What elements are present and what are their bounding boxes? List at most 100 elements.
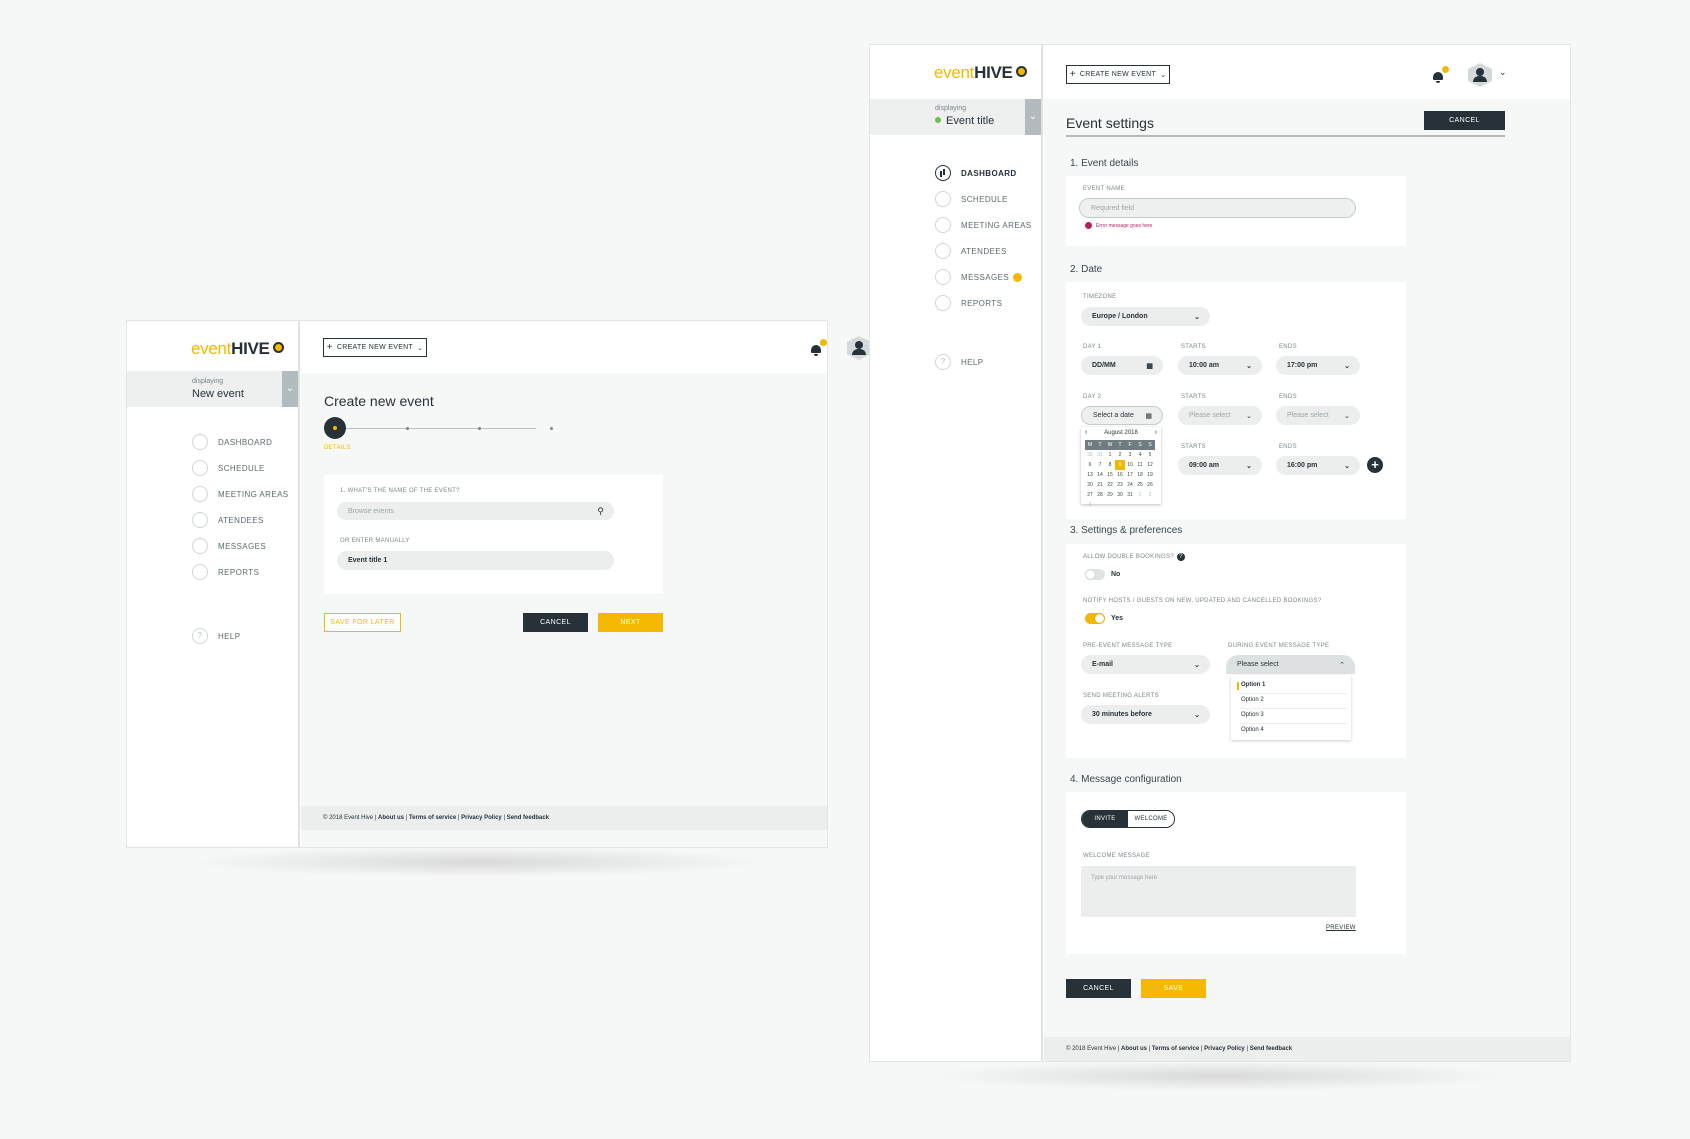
sidebar-item-atendees[interactable]: ATENDEES bbox=[192, 512, 264, 528]
feedback-link[interactable]: Send feedback bbox=[507, 815, 549, 821]
next-button[interactable]: NEXT bbox=[598, 613, 663, 632]
sidebar-item-dashboard[interactable]: DASHBOARD bbox=[935, 165, 1017, 181]
create-new-event-button[interactable]: + CREATE NEW EVENT ⌄ bbox=[1066, 65, 1170, 84]
welcome-message-textarea[interactable]: Type your message here bbox=[1081, 866, 1356, 917]
chevron-down-icon[interactable]: ⌄ bbox=[282, 371, 298, 407]
calendar-day[interactable]: 12 bbox=[1145, 460, 1155, 470]
calendar-day[interactable]: 17 bbox=[1125, 470, 1135, 480]
logo[interactable]: eventHIVE bbox=[934, 63, 1027, 83]
sidebar-item-atendees[interactable]: ATENDEES bbox=[935, 243, 1007, 259]
sidebar-item-schedule[interactable]: SCHEDULE bbox=[935, 191, 1008, 207]
preview-link[interactable]: PREVIEW bbox=[1326, 925, 1356, 931]
sidebar-item-messages[interactable]: MESSAGES bbox=[935, 269, 1023, 285]
meeting-alerts-select[interactable]: 30 minutes before ⌄ bbox=[1081, 705, 1210, 724]
event-name-input[interactable]: Required field bbox=[1079, 198, 1356, 218]
terms-link[interactable]: Terms of service bbox=[1152, 1046, 1199, 1052]
double-booking-toggle[interactable] bbox=[1085, 569, 1105, 580]
calendar-day[interactable]: 8 bbox=[1105, 460, 1115, 470]
event-title-input[interactable]: Event title 1 bbox=[337, 551, 614, 570]
calendar-day[interactable]: 31 bbox=[1095, 450, 1105, 460]
calendar-day[interactable]: 2 bbox=[1145, 490, 1155, 500]
sidebar-item-dashboard[interactable]: DASHBOARD bbox=[192, 434, 272, 450]
calendar-day[interactable]: 10 bbox=[1125, 460, 1135, 470]
day2-start-select[interactable]: Please select ⌄ bbox=[1178, 406, 1262, 425]
avatar[interactable] bbox=[1468, 63, 1492, 87]
event-selector[interactable]: displaying New event ⌄ bbox=[127, 371, 298, 407]
chevron-down-icon[interactable]: ⌄ bbox=[1499, 67, 1507, 78]
calendar-day[interactable]: 30 bbox=[1085, 450, 1095, 460]
step-3-indicator[interactable] bbox=[478, 427, 481, 430]
notification-bell-icon[interactable] bbox=[1432, 66, 1449, 83]
calendar-day[interactable]: 24 bbox=[1125, 480, 1135, 490]
option-4[interactable]: Option 4 bbox=[1241, 727, 1264, 733]
feedback-link[interactable]: Send feedback bbox=[1250, 1046, 1292, 1052]
sidebar-item-meeting-areas[interactable]: MEETING AREAS bbox=[192, 486, 289, 502]
browse-events-input[interactable]: Browse events ⚲ bbox=[337, 502, 614, 520]
calendar-day[interactable]: 2 bbox=[1115, 450, 1125, 460]
sidebar-item-reports[interactable]: REPORTS bbox=[192, 564, 259, 580]
tab-welcome[interactable]: WELCOME bbox=[1128, 811, 1174, 827]
day1-end-select[interactable]: 17:00 pm ⌄ bbox=[1276, 356, 1360, 375]
step-1-indicator[interactable] bbox=[324, 417, 346, 439]
notify-toggle[interactable] bbox=[1085, 613, 1105, 624]
create-new-event-button[interactable]: + CREATE NEW EVENT ⌄ bbox=[323, 338, 427, 357]
option-1[interactable]: Option 1 bbox=[1241, 682, 1265, 688]
terms-link[interactable]: Terms of service bbox=[409, 815, 456, 821]
step-4-indicator[interactable] bbox=[550, 427, 553, 430]
during-event-message-select[interactable]: Please select ⌃ bbox=[1226, 655, 1355, 674]
calendar-day[interactable]: 18 bbox=[1135, 470, 1145, 480]
pre-event-message-select[interactable]: E-mail ⌄ bbox=[1081, 655, 1210, 674]
logo[interactable]: eventHIVE bbox=[191, 339, 284, 359]
day2-end-select[interactable]: Please select ⌄ bbox=[1276, 406, 1360, 425]
calendar-day[interactable]: 22 bbox=[1105, 480, 1115, 490]
calendar-day[interactable]: 9 bbox=[1115, 460, 1125, 470]
timezone-select[interactable]: Europe / London ⌄ bbox=[1081, 307, 1210, 326]
day3-start-select[interactable]: 09:00 am ⌄ bbox=[1178, 456, 1262, 475]
avatar[interactable] bbox=[847, 336, 871, 360]
sidebar-item-reports[interactable]: REPORTS bbox=[935, 295, 1002, 311]
calendar-day[interactable]: 14 bbox=[1095, 470, 1105, 480]
calendar-day[interactable]: 1 bbox=[1135, 490, 1145, 500]
day2-date-input[interactable]: Select a date ▦ bbox=[1081, 406, 1163, 425]
about-link[interactable]: About us bbox=[1121, 1046, 1147, 1052]
calendar-day[interactable]: 23 bbox=[1115, 480, 1125, 490]
date-picker[interactable]: ‹ August 2018 › M T W T F S S 30 31 1 2 3 4 5 6 7 8 9 10 11… bbox=[1081, 427, 1161, 508]
cancel-button[interactable]: CANCEL bbox=[1066, 979, 1131, 998]
calendar-day[interactable]: 4 bbox=[1135, 450, 1145, 460]
calendar-day[interactable]: 16 bbox=[1115, 470, 1125, 480]
calendar-day[interactable]: 19 bbox=[1145, 470, 1155, 480]
sidebar-item-help[interactable]: ? HELP bbox=[935, 354, 984, 370]
save-button[interactable]: SAVE bbox=[1141, 979, 1206, 998]
calendar-day[interactable]: 29 bbox=[1105, 490, 1115, 500]
calendar-day[interactable]: 26 bbox=[1145, 480, 1155, 490]
sidebar-item-help[interactable]: ? HELP bbox=[192, 628, 241, 644]
cancel-top-button[interactable]: CANCEL bbox=[1424, 111, 1505, 130]
calendar-day[interactable]: 25 bbox=[1135, 480, 1145, 490]
calendar-day[interactable]: 27 bbox=[1085, 490, 1095, 500]
calendar-day[interactable]: 30 bbox=[1115, 490, 1125, 500]
privacy-link[interactable]: Privacy Policy bbox=[1204, 1046, 1245, 1052]
event-selector[interactable]: displaying Event title ⌄ bbox=[870, 99, 1041, 135]
tab-invite[interactable]: INVITE bbox=[1082, 811, 1128, 827]
cancel-button[interactable]: CANCEL bbox=[523, 613, 588, 632]
notification-bell-icon[interactable] bbox=[810, 339, 827, 356]
add-day-button[interactable]: + bbox=[1367, 457, 1383, 473]
save-for-later-button[interactable]: SAVE FOR LATER bbox=[324, 613, 401, 632]
calendar-day[interactable]: 11 bbox=[1135, 460, 1145, 470]
calendar-day[interactable]: 3 bbox=[1085, 500, 1095, 510]
calendar-day[interactable]: 5 bbox=[1145, 450, 1155, 460]
day1-start-select[interactable]: 10:00 am ⌄ bbox=[1178, 356, 1262, 375]
calendar-day[interactable]: 20 bbox=[1085, 480, 1095, 490]
next-month-icon[interactable]: › bbox=[1155, 429, 1157, 436]
calendar-day[interactable]: 1 bbox=[1105, 450, 1115, 460]
calendar-day[interactable]: 31 bbox=[1125, 490, 1135, 500]
chevron-down-icon[interactable]: ⌄ bbox=[1025, 99, 1041, 135]
day3-end-select[interactable]: 16:00 pm ⌄ bbox=[1276, 456, 1360, 475]
calendar-day[interactable]: 3 bbox=[1125, 450, 1135, 460]
sidebar-item-meeting-areas[interactable]: MEETING AREAS bbox=[935, 217, 1032, 233]
step-2-indicator[interactable] bbox=[406, 427, 409, 430]
privacy-link[interactable]: Privacy Policy bbox=[461, 815, 502, 821]
calendar-day[interactable]: 15 bbox=[1105, 470, 1115, 480]
option-3[interactable]: Option 3 bbox=[1241, 712, 1264, 718]
about-link[interactable]: About us bbox=[378, 815, 404, 821]
